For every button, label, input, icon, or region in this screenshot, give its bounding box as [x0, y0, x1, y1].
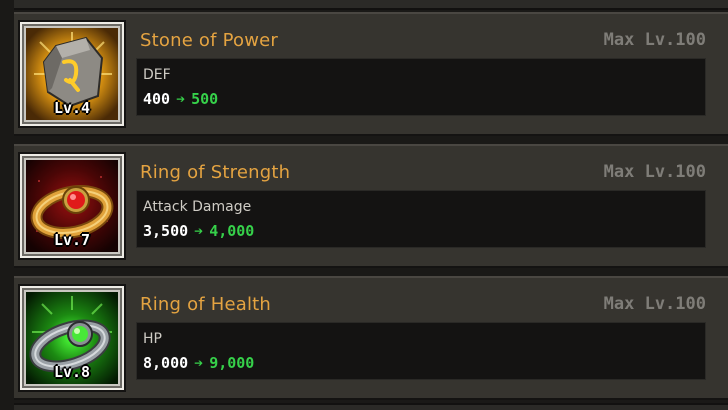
item-name: Ring of Strength [140, 162, 291, 183]
current-value: 3,500 [143, 222, 189, 240]
stat-values: 3,500 ➔ 4,000 [143, 222, 254, 240]
max-level-label: Max Lv.100 [603, 294, 706, 314]
stat-values: 8,000 ➔ 9,000 [143, 354, 254, 372]
item-icon-frame[interactable]: Lv.8 [20, 286, 124, 390]
stat-name: DEF [143, 67, 171, 83]
stat-name: HP [143, 331, 162, 347]
item-level-badge: Lv.8 [53, 363, 91, 381]
next-value: 9,000 [209, 354, 255, 372]
next-value: 4,000 [209, 222, 255, 240]
max-level-label: Max Lv.100 [603, 162, 706, 182]
stat-box: DEF 400 ➔ 500 [136, 58, 706, 116]
item-level-badge: Lv.4 [53, 99, 91, 117]
item-card[interactable]: Lv.8 Ring of Health Max Lv.100 HP 8,000 ➔… [14, 276, 728, 400]
item-icon-frame[interactable]: Lv.4 [20, 22, 124, 126]
current-value: 8,000 [143, 354, 189, 372]
stat-name: Attack Damage [143, 199, 252, 215]
stat-box: HP 8,000 ➔ 9,000 [136, 322, 706, 380]
item-name: Stone of Power [140, 30, 278, 51]
item-icon-frame[interactable]: Lv.7 [20, 154, 124, 258]
arrow-right-icon: ➔ [176, 90, 186, 108]
current-value: 400 [143, 90, 171, 108]
next-value: 500 [191, 90, 219, 108]
next-card-edge [14, 403, 728, 410]
arrow-right-icon: ➔ [194, 222, 204, 240]
item-level-badge: Lv.7 [53, 231, 91, 249]
item-name: Ring of Health [140, 294, 272, 315]
previous-card-edge [14, 0, 728, 10]
stat-box: Attack Damage 3,500 ➔ 4,000 [136, 190, 706, 248]
arrow-right-icon: ➔ [194, 354, 204, 372]
equipment-upgrade-list: Lv.4 Stone of Power Max Lv.100 DEF 400 ➔ 5… [0, 0, 728, 410]
stat-values: 400 ➔ 500 [143, 90, 218, 108]
item-card[interactable]: Lv.4 Stone of Power Max Lv.100 DEF 400 ➔ 5… [14, 12, 728, 136]
item-card[interactable]: Lv.7 Ring of Strength Max Lv.100 Attack … [14, 144, 728, 268]
max-level-label: Max Lv.100 [603, 30, 706, 50]
